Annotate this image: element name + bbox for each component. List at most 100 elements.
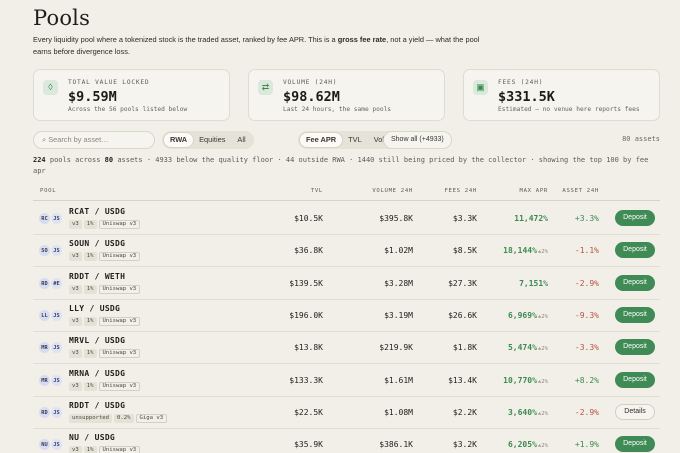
max-apr-value: 6,205%±2% [508,440,548,449]
fees-value: $13.4K [448,375,477,385]
table-row[interactable]: NU JS NU / USDG v3 1% Uniswap v3 $35.9K $386.1K… [33,429,660,453]
pool-pair[interactable]: RCAT / USDG [69,207,125,216]
page-intro: Every liquidity pool where a tokenized s… [33,34,493,58]
max-apr-value: 11,472% [514,214,548,223]
filter-equities[interactable]: Equities [193,133,231,147]
asset-change: +3.3% [574,214,599,223]
col-volume[interactable]: VOLUME 24H [372,188,413,194]
fees-value: $8.5K [452,246,477,256]
apr-number: 11,472% [514,214,548,223]
sort-fee-apr[interactable]: Fee APR [300,133,343,147]
details-button[interactable]: Details [615,403,655,420]
intro-emphasis: gross fee rate [337,35,387,44]
max-apr-value: 7,151% [519,279,548,288]
show-all-button[interactable]: Show all (+4933) [383,131,452,149]
table-header: POOL TVL VOLUME 24H FEES 24H MAX APR ASS… [33,188,660,198]
pool-tag: Giga v3 [135,413,168,423]
deposit-button[interactable]: Deposit [615,274,655,291]
col-pool[interactable]: POOL [40,188,56,194]
pool-tag: Uniswap v3 [98,284,141,294]
quote-token-avatar: #E [50,276,63,290]
quote-token-avatar: JS [50,308,63,322]
asset-change: -9.3% [574,310,599,320]
pool-pair[interactable]: MRNA / USDG [69,369,125,378]
sort-tvl[interactable]: TVL [342,133,368,147]
pool-pair[interactable]: MRVL / USDG [69,336,125,345]
stat-value: $9.59M [68,89,117,105]
pool-tags: v3 1% Uniswap v3 [69,220,141,229]
max-apr-value: 6,969%±2% [508,311,548,320]
pool-tag: Uniswap v3 [98,381,141,391]
volume-value: $1.61M [384,375,413,385]
apr-number: 6,205% [507,440,537,450]
apr-tolerance: ±2% [537,313,548,320]
stat-subtitle: Estimated — no venue here reports fees [498,106,640,113]
filter-all[interactable]: All [231,133,251,147]
stat-value: $98.62M [283,89,340,105]
col-tvl[interactable]: TVL [311,188,323,194]
table-row[interactable]: RC JS RCAT / USDG v3 1% Uniswap v3 $10.5K $395.… [33,203,660,235]
max-apr-value: 10,770%±2% [503,376,548,385]
pool-tag: Uniswap v3 [98,220,141,229]
quote-token-avatar: JS [50,438,63,452]
deposit-button[interactable]: Deposit [615,242,655,259]
search-input[interactable]: ⌕ Search by asset… [33,131,155,149]
max-apr-value: 5,474%±2% [508,343,548,352]
pool-pair[interactable]: RDDT / USDG [69,401,125,410]
stat-label: FEES (24H) [498,79,544,86]
pool-tags: v3 1% Uniswap v3 [69,252,141,262]
pool-pair[interactable]: NU / USDG [69,433,115,442]
deposit-button[interactable]: Deposit [615,436,655,453]
quote-token-avatar: JS [50,244,63,258]
volume-value: $3.28M [384,278,413,288]
quote-token-avatar: JS [50,341,63,355]
pool-pair[interactable]: SOUN / USDG [69,239,125,248]
tvl-value: $22.5K [294,407,323,417]
intro-text: Every liquidity pool where a tokenized s… [33,35,338,44]
deposit-button[interactable]: Deposit [615,306,655,323]
tvl-value: $133.3K [289,375,323,385]
tvl-value: $196.0K [289,310,323,320]
fees-value: $1.8K [452,343,477,353]
col-fees[interactable]: FEES 24H [444,188,477,194]
volume-value: $395.8K [379,214,413,223]
asset-change: +1.9% [574,440,599,450]
fees-value: $3.3K [452,214,477,223]
table-row[interactable]: RD JS RDDT / USDG unsupported 0.2% Giga v3 $22… [33,397,660,429]
pool-pair[interactable]: RDDT / WETH [69,272,125,281]
table-row[interactable]: RD #E RDDT / WETH v3 1% Uniswap v3 $139.5K $3.2… [33,268,660,300]
pool-tags: v3 1% Uniswap v3 [69,349,141,359]
table-row[interactable]: LL JS LLY / USDG v3 1% Uniswap v3 $196.0K $3.19… [33,300,660,332]
stat-label: VOLUME (24H) [283,79,338,86]
asset-change: -1.1% [574,246,599,256]
summary-text-end: assets · 4933 below the quality floor · … [33,156,649,175]
volume-value: $386.1K [379,440,413,450]
stat-subtitle: Last 24 hours, the same pools [283,106,392,113]
table-row[interactable]: MR JS MRNA / USDG v3 1% Uniswap v3 $133.3K $1.6… [33,365,660,397]
filter-rwa[interactable]: RWA [164,133,194,147]
apr-number: 3,640% [507,407,537,417]
deposit-button[interactable]: Deposit [615,371,655,388]
toolbar: ⌕ Search by asset… RWA Equities All Fee AP… [33,131,660,149]
col-asset-24h[interactable]: ASSET 24H [562,188,599,194]
apr-number: 10,770% [503,375,537,385]
fees-value: $3.2K [452,440,477,450]
pool-tag: v3 [69,446,82,453]
apr-tolerance: ±2% [537,410,548,417]
pool-pair[interactable]: LLY / USDG [69,304,120,313]
deposit-button[interactable]: Deposit [615,210,655,226]
pool-tag: v3 [69,316,82,326]
apr-tolerance: ±2% [537,443,548,450]
cash-icon: ▣ [473,80,488,95]
asset-class-filter: RWA Equities All [162,131,254,149]
tvl-value: $10.5K [294,214,323,223]
tvl-value: $139.5K [289,278,323,288]
col-max-apr[interactable]: MAX APR [520,188,548,194]
stat-value: $331.5K [498,89,555,105]
table-row[interactable]: MR JS MRVL / USDG v3 1% Uniswap v3 $13.8K $219.… [33,332,660,365]
volume-value: $1.08M [384,407,413,417]
table-row[interactable]: SO JS SOUN / USDG v3 1% Uniswap v3 $36.8K $1.02… [33,235,660,268]
deposit-button[interactable]: Deposit [615,339,655,356]
results-summary: 224 pools across 80 assets · 4933 below … [33,155,660,177]
pool-tag: Uniswap v3 [98,252,141,262]
